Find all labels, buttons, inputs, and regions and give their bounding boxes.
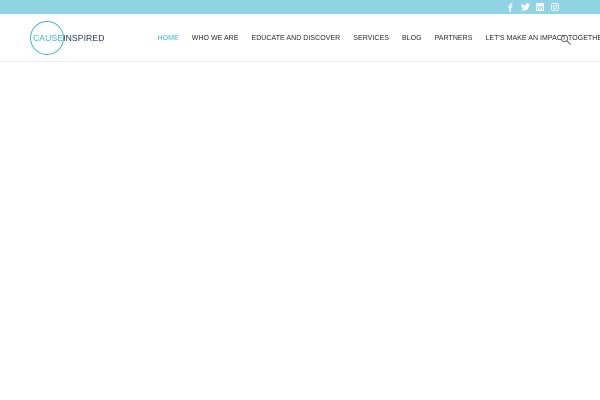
social-links: [505, 2, 560, 12]
search-icon[interactable]: [560, 33, 572, 45]
top-bar: [0, 0, 600, 14]
logo-cause-text: CAUSE: [33, 33, 64, 43]
main-nav: HOME WHO WE ARE EDUCATE AND DISCOVER SER…: [151, 34, 600, 44]
instagram-icon[interactable]: [550, 2, 560, 12]
site-header: CAUSEINSPIRED HOME WHO WE ARE EDUCATE AN…: [0, 14, 600, 62]
nav-item-educate-and-discover[interactable]: EDUCATE AND DISCOVER: [245, 34, 347, 44]
logo-inspired-text: INSPIRED: [63, 33, 105, 43]
nav-item-blog[interactable]: BLOG: [395, 34, 428, 44]
nav-item-services[interactable]: SERVICES: [347, 34, 396, 44]
twitter-icon[interactable]: [520, 2, 530, 12]
cause-inspired-logo[interactable]: CAUSEINSPIRED: [30, 21, 110, 55]
linkedin-icon[interactable]: [535, 2, 545, 12]
logo-text: CAUSEINSPIRED: [33, 33, 105, 43]
main-content: [0, 63, 600, 400]
nav-item-lets-make-an-impact-together[interactable]: LET'S MAKE AN IMPACT TOGETHER: [479, 34, 600, 44]
nav-item-who-we-are[interactable]: WHO WE ARE: [185, 34, 245, 44]
nav-item-home[interactable]: HOME: [151, 34, 185, 44]
facebook-icon[interactable]: [505, 2, 515, 12]
nav-item-partners[interactable]: PARTNERS: [428, 34, 479, 44]
